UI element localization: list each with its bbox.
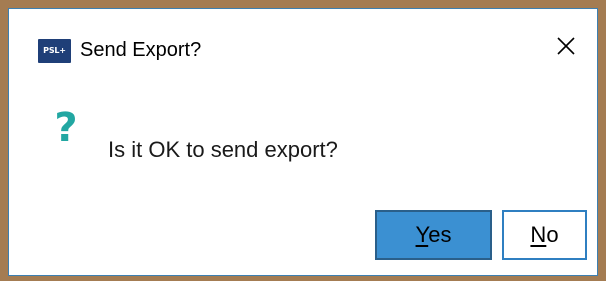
psl-app-icon: PSL+ (38, 39, 71, 63)
yes-button[interactable]: Yes (375, 210, 492, 260)
yes-button-mnemonic: Y (415, 222, 429, 247)
question-mark-icon: ? (54, 105, 78, 151)
close-icon (557, 37, 575, 55)
no-button-mnemonic: N (530, 222, 547, 247)
no-button-label-rest: o (546, 222, 559, 247)
dialog-message: Is it OK to send export? (108, 137, 338, 162)
send-export-dialog: PSL+ Send Export? ? Is it OK to send exp… (8, 8, 598, 276)
dialog-title: Send Export? (80, 39, 202, 61)
close-button[interactable] (553, 33, 579, 59)
yes-button-label-rest: es (428, 222, 452, 247)
no-button[interactable]: No (502, 210, 587, 260)
dialog-titlebar[interactable]: PSL+ Send Export? (9, 9, 597, 71)
